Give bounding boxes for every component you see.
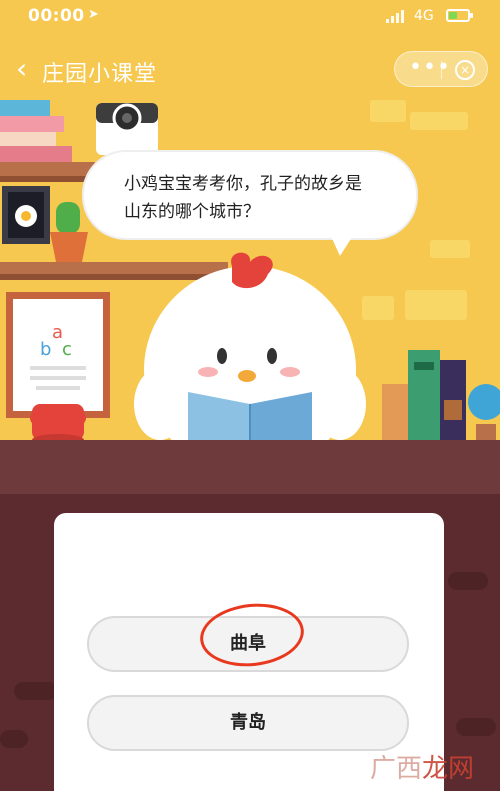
svg-text:b: b (40, 339, 51, 360)
menu-capsule: ••• × (394, 51, 488, 87)
battery-icon (446, 9, 473, 22)
page-title: 庄园小课堂 (42, 62, 158, 87)
floor-streak (0, 730, 28, 748)
back-arrow-icon[interactable]: ‹ (16, 52, 27, 85)
watermark: 广西龙网 (370, 748, 474, 785)
floor-streak (456, 718, 496, 736)
watermark-part2: 龙网 (422, 754, 475, 784)
question-bubble: 小鸡宝宝考考你，孔子的故乡是山东的哪个城市？ (82, 150, 418, 256)
status-bar: 00:00 ➤ 4G (0, 0, 500, 34)
more-button[interactable]: ••• (409, 55, 451, 80)
navigation-bar: ‹ 庄园小课堂 ••• × (0, 48, 500, 92)
floor-streak (448, 572, 488, 590)
location-arrow-icon: ➤ (88, 7, 99, 22)
floor-streak (14, 682, 58, 700)
svg-text:c: c (62, 339, 72, 360)
capsule-divider (441, 61, 442, 79)
signal-icon (386, 9, 406, 23)
watermark-part1: 广西 (370, 754, 423, 784)
question-text: 小鸡宝宝考考你，孔子的故乡是山东的哪个城市？ (124, 174, 362, 222)
close-icon[interactable]: × (455, 60, 475, 80)
answer-option-2[interactable]: 青岛 (87, 695, 409, 751)
floor-band (0, 440, 500, 494)
network-type: 4G (414, 8, 434, 24)
status-time: 00:00 (28, 6, 85, 26)
